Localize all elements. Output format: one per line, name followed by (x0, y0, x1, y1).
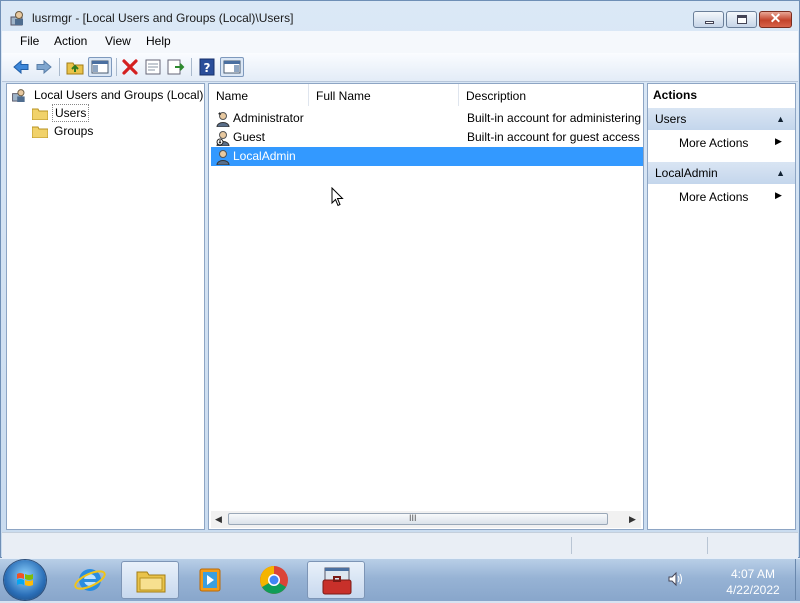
title-bar[interactable]: lusrmgr - [Local Users and Groups (Local… (1, 1, 799, 31)
minimize-button[interactable] (693, 11, 724, 28)
cell-description: Built-in account for administering the c… (467, 111, 643, 125)
horizontal-scrollbar[interactable]: ◀ III ▶ (211, 511, 641, 528)
submenu-arrow-icon: ▶ (775, 190, 782, 200)
user-disabled-icon (216, 131, 230, 146)
menu-file[interactable]: File (18, 34, 41, 48)
submenu-arrow-icon: ▶ (775, 136, 782, 146)
scroll-left-icon[interactable]: ◀ (215, 514, 222, 525)
chrome-icon (260, 566, 288, 594)
clock-time: 4:07 AM (730, 567, 776, 581)
windows-logo-icon (17, 573, 33, 586)
toolbar-separator (191, 58, 192, 76)
more-actions-localadmin[interactable]: More Actions ▶ (679, 190, 782, 204)
taskbar-file-explorer[interactable] (121, 561, 179, 599)
media-player-icon (199, 568, 221, 592)
folder-icon (32, 108, 48, 120)
tree-item-label: Groups (54, 124, 94, 138)
close-icon: ✕ (769, 10, 782, 26)
cell-name: LocalAdmin (233, 149, 296, 163)
start-button[interactable] (4, 560, 46, 600)
more-actions-users[interactable]: More Actions ▶ (679, 136, 782, 150)
actions-title: Actions (648, 84, 795, 106)
show-hide-action-pane-icon (223, 60, 241, 74)
user-icon (216, 112, 230, 127)
window-title: lusrmgr - [Local Users and Groups (Local… (32, 11, 294, 25)
show-hide-console-tree-icon (91, 60, 109, 74)
actions-group-localadmin[interactable]: LocalAdmin ▲ (648, 162, 795, 184)
menu-help[interactable]: Help (144, 34, 173, 48)
mouse-pointer-icon (331, 187, 344, 207)
users-management-icon (12, 88, 25, 102)
table-row[interactable]: Administrator Built-in account for admin… (211, 109, 643, 128)
tree-item-groups[interactable]: Groups (32, 122, 95, 140)
toolbar-separator (59, 58, 60, 76)
back-arrow-icon[interactable] (11, 57, 31, 77)
actions-group-title: Users (655, 112, 687, 126)
scrollbar-thumb[interactable]: III (228, 513, 608, 525)
collapse-up-icon[interactable]: ▲ (776, 162, 785, 184)
maximize-button[interactable] (726, 11, 757, 28)
collapse-up-icon[interactable]: ▲ (776, 108, 785, 130)
help-icon[interactable]: ? (197, 57, 217, 77)
column-header-full-name[interactable]: Full Name (309, 84, 459, 106)
table-row[interactable]: Guest Built-in account for guest access … (211, 128, 643, 147)
scrollbar-grip: III (409, 513, 417, 523)
tree-root-label: Local Users and Groups (Local) (34, 88, 204, 102)
svg-text:?: ? (204, 61, 211, 75)
users-management-icon (10, 11, 23, 26)
close-button[interactable]: ✕ (759, 10, 792, 28)
status-separator (707, 537, 708, 554)
menu-action[interactable]: Action (52, 34, 89, 48)
more-actions-label: More Actions (679, 190, 749, 204)
results-list: Name Full Name Description Administrator… (208, 83, 644, 530)
clock-date: 4/22/2022 (726, 583, 780, 597)
scroll-right-icon[interactable]: ▶ (629, 514, 636, 525)
actions-pane: Actions Users ▲ More Actions ▶ LocalAdmi… (647, 83, 796, 530)
show-desktop-button[interactable] (795, 559, 800, 600)
user-icon (216, 150, 230, 165)
show-hide-action-pane-button[interactable] (220, 57, 244, 77)
menu-bar: File Action View Help (2, 31, 798, 53)
export-list-icon[interactable] (166, 57, 186, 77)
column-header-name[interactable]: Name (209, 84, 309, 106)
delete-icon[interactable] (120, 57, 140, 77)
file-explorer-icon (136, 571, 166, 593)
column-header-description[interactable]: Description (459, 84, 643, 106)
cell-description: Built-in account for guest access to the… (467, 130, 643, 144)
table-row-selected[interactable]: LocalAdmin (211, 147, 643, 166)
mmc-window: lusrmgr - [Local Users and Groups (Local… (0, 0, 800, 558)
tree-root[interactable]: Local Users and Groups (Local) (12, 86, 205, 104)
tree-item-label: Users (52, 104, 90, 122)
more-actions-label: More Actions (679, 136, 749, 150)
toolbar: ? (2, 53, 798, 82)
taskbar-clock[interactable]: 4:07 AM 4/22/2022 (712, 566, 794, 598)
up-folder-icon[interactable] (65, 57, 85, 77)
toolbar-separator (116, 58, 117, 76)
menu-view[interactable]: View (103, 34, 133, 48)
status-bar (2, 532, 798, 558)
show-hide-console-tree-button[interactable] (88, 57, 112, 77)
computer-management-icon (322, 567, 352, 595)
actions-group-title: LocalAdmin (655, 166, 718, 180)
forward-arrow-icon[interactable] (34, 57, 54, 77)
folder-icon (32, 126, 48, 138)
taskbar-computer-management[interactable] (307, 561, 365, 599)
actions-group-users[interactable]: Users ▲ (648, 108, 795, 130)
cell-name: Guest (233, 130, 266, 144)
volume-icon[interactable] (667, 571, 683, 587)
cell-name: Administrator (233, 111, 304, 125)
properties-icon[interactable] (143, 57, 163, 77)
tree-item-users[interactable]: Users (32, 104, 90, 122)
console-tree: Local Users and Groups (Local) Users Gro… (6, 83, 205, 530)
status-separator (571, 537, 572, 554)
internet-explorer-icon (74, 569, 106, 591)
taskbar-media-player[interactable] (181, 561, 239, 599)
taskbar-internet-explorer[interactable] (61, 561, 119, 599)
taskbar-chrome[interactable] (245, 561, 303, 599)
